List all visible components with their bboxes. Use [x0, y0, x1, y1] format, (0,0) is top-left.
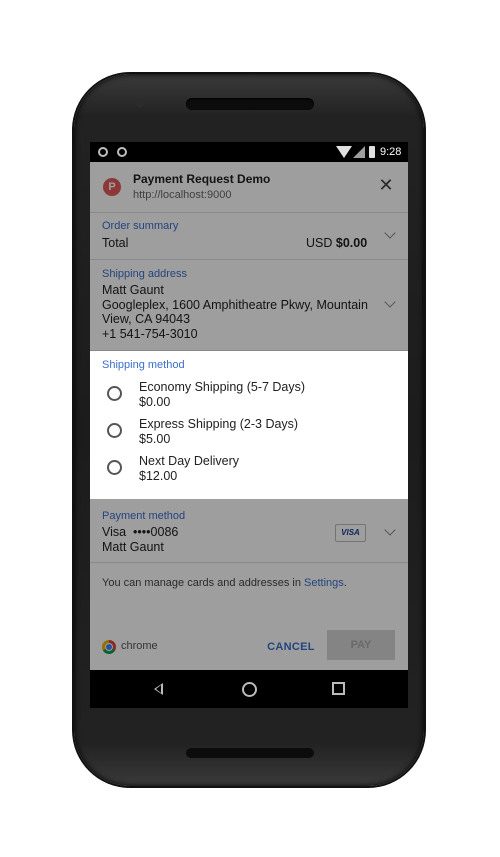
manage-note: You can manage cards and addresses in Se… — [102, 577, 347, 589]
close-icon[interactable]: ✕ — [376, 175, 396, 195]
status-bar: 9:28 — [90, 142, 408, 162]
home-icon[interactable] — [242, 682, 257, 697]
origin-url: http://localhost:9000 — [133, 189, 232, 201]
wifi-icon — [336, 146, 352, 158]
manage-text: You can manage cards and addresses in — [102, 577, 305, 589]
pay-button[interactable]: PAY — [327, 630, 395, 660]
currency: USD — [306, 236, 333, 250]
address-line2: View, CA 94043 — [102, 312, 191, 326]
payment-method-label: Payment method — [102, 510, 186, 522]
earpiece-speaker — [186, 98, 314, 110]
total-label: Total — [102, 236, 129, 250]
option-price: $0.00 — [139, 395, 171, 409]
front-camera — [136, 100, 144, 108]
settings-link[interactable]: Settings — [304, 577, 344, 589]
option-price: $12.00 — [139, 469, 178, 483]
order-summary-label: Order summary — [102, 220, 179, 232]
total-amount: $0.00 — [335, 236, 368, 250]
manage-suffix: . — [343, 577, 347, 589]
payment-method-section[interactable]: Payment method Visa ••••0086 Matt Gaunt … — [90, 500, 408, 563]
address-line1: Googleplex, 1600 Amphitheatre Pkwy, Moun… — [102, 298, 368, 312]
shipping-option[interactable]: Express Shipping (2-3 Days) $5.00 — [90, 415, 408, 451]
visa-icon: VISA — [335, 524, 366, 542]
volume-button[interactable] — [422, 258, 426, 316]
address-phone: +1 541-754-3010 — [102, 327, 198, 341]
shipping-method-label: Shipping method — [102, 359, 185, 371]
bottom-speaker — [186, 748, 314, 758]
option-name: Economy Shipping (5-7 Days) — [139, 380, 306, 394]
radio-button[interactable] — [107, 423, 122, 438]
notification-icon — [98, 147, 108, 157]
sheet-footer: chrome CANCEL PAY — [90, 618, 408, 670]
card-number: Visa ••••0086 — [102, 525, 179, 539]
option-price: $5.00 — [139, 432, 171, 446]
order-summary-section[interactable]: Order summary Total USD $0.00 — [90, 213, 408, 260]
order-total: USD $0.00 — [306, 236, 367, 250]
notification-icon — [117, 147, 127, 157]
power-button[interactable] — [422, 353, 426, 385]
shipping-option[interactable]: Economy Shipping (5-7 Days) $0.00 — [90, 378, 408, 414]
clock: 9:28 — [380, 146, 402, 158]
shipping-address-label: Shipping address — [102, 268, 188, 280]
back-icon[interactable] — [154, 683, 163, 695]
chevron-down-icon[interactable] — [384, 227, 396, 239]
recent-apps-icon[interactable] — [332, 682, 345, 695]
page-title: Payment Request Demo — [133, 172, 271, 186]
radio-button[interactable] — [107, 386, 122, 401]
shipping-method-section: Shipping method Economy Shipping (5-7 Da… — [90, 351, 408, 499]
android-nav-bar — [90, 670, 408, 708]
shipping-address-section[interactable]: Shipping address Matt Gaunt Googleplex, … — [90, 260, 408, 351]
site-logo-icon: P — [103, 178, 121, 196]
signal-icon — [353, 146, 365, 158]
payment-sheet: P Payment Request Demo http://localhost:… — [90, 162, 408, 670]
chrome-logo-icon — [102, 640, 116, 654]
chrome-brand: chrome — [121, 640, 158, 652]
option-name: Next Day Delivery — [139, 454, 240, 468]
card-holder: Matt Gaunt — [102, 540, 164, 554]
chevron-down-icon[interactable] — [384, 296, 396, 308]
cancel-button[interactable]: CANCEL — [260, 632, 322, 662]
radio-button[interactable] — [107, 460, 122, 475]
chevron-down-icon[interactable] — [384, 524, 396, 536]
address-name: Matt Gaunt — [102, 283, 164, 297]
battery-icon — [369, 146, 375, 158]
sheet-header: P Payment Request Demo http://localhost:… — [90, 162, 408, 213]
shipping-option[interactable]: Next Day Delivery $12.00 — [90, 452, 408, 488]
option-name: Express Shipping (2-3 Days) — [139, 417, 299, 431]
phone-screen: 9:28 P Payment Request Demo http://local… — [90, 142, 408, 708]
